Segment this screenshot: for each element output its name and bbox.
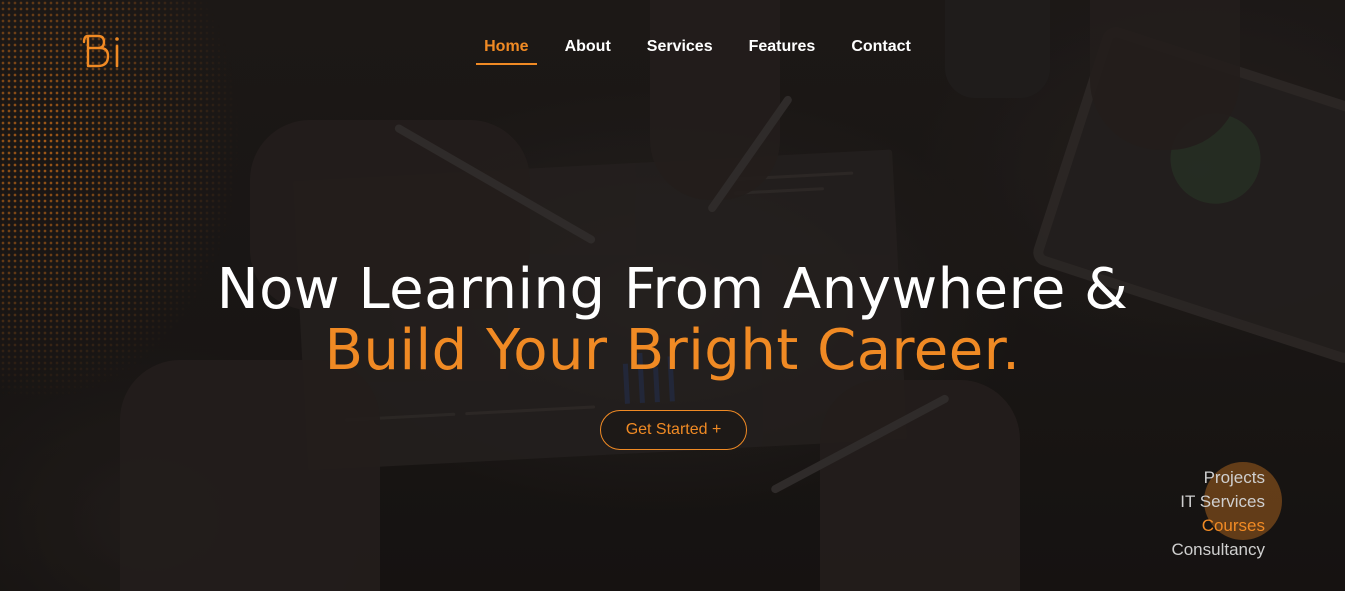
main-navigation: Home About Services Features Contact: [0, 38, 1345, 65]
nav-home[interactable]: Home: [476, 38, 538, 65]
hero-headline-line-2: Build Your Bright Career.: [324, 318, 1021, 383]
nav-features[interactable]: Features: [749, 38, 816, 64]
side-item-projects[interactable]: Projects: [1171, 466, 1265, 490]
nav-services[interactable]: Services: [647, 38, 713, 64]
side-item-it-services[interactable]: IT Services: [1171, 490, 1265, 514]
side-item-consultancy[interactable]: Consultancy: [1171, 538, 1265, 562]
nav-contact[interactable]: Contact: [851, 38, 911, 64]
nav-about[interactable]: About: [565, 38, 611, 64]
get-started-button[interactable]: Get Started +: [600, 410, 747, 450]
side-item-courses[interactable]: Courses: [1171, 514, 1265, 538]
side-menu: Projects IT Services Courses Consultancy: [1171, 466, 1265, 562]
